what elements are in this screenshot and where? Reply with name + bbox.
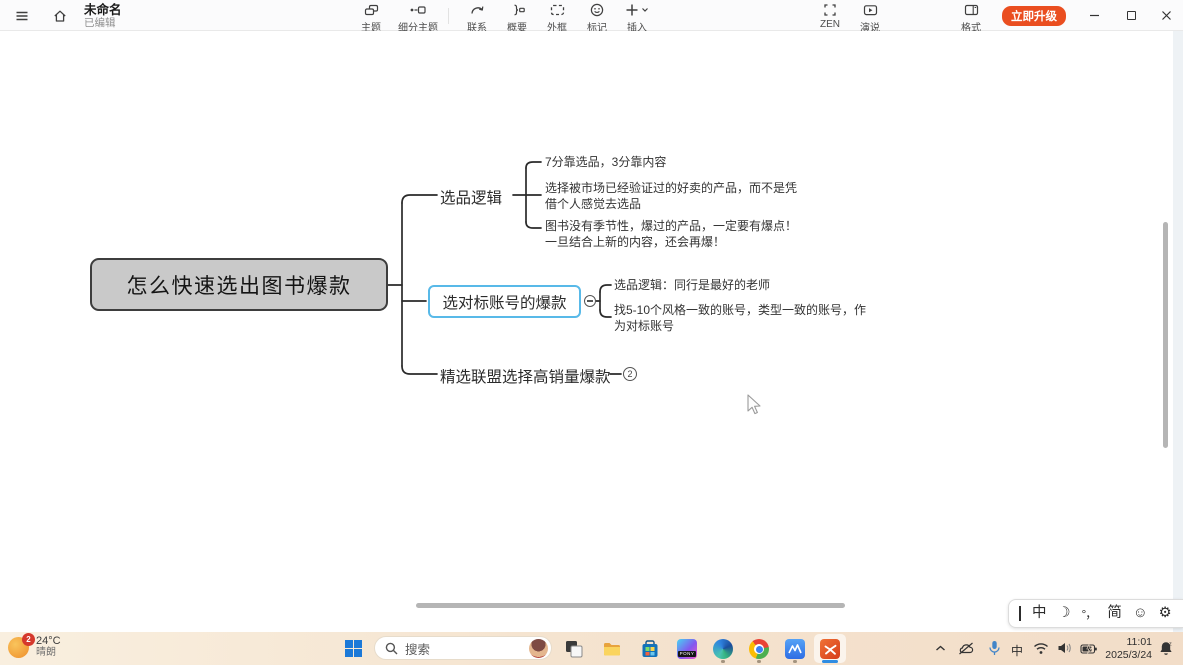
tool-insert[interactable]: 插入	[614, 2, 660, 34]
ime-toolbar: 中 ☽ °， 简 ☺ ⚙	[1008, 599, 1183, 628]
tray-microphone-icon[interactable]	[988, 640, 1001, 661]
window-close-button[interactable]	[1155, 4, 1177, 26]
running-indicator-dot	[721, 660, 725, 663]
active-app-indicator-pill	[822, 660, 838, 663]
sun-weather-icon: 2	[8, 637, 29, 658]
branch-node-selection-logic[interactable]: 选品逻辑	[440, 186, 502, 208]
branch-node-benchmark-selected[interactable]: 选对标账号的爆款	[428, 285, 581, 318]
mouse-cursor-icon	[747, 394, 765, 423]
summary-icon	[509, 2, 526, 18]
weather-widget[interactable]: 2 24°C 晴朗	[8, 635, 61, 659]
search-icon	[385, 642, 398, 655]
microsoft-store-icon[interactable]	[640, 639, 660, 659]
task-view-button[interactable]	[564, 639, 584, 659]
tool-topic[interactable]: 主题	[348, 2, 394, 34]
topic-icon	[363, 2, 380, 18]
ime-emoji-icon[interactable]: ☺	[1133, 606, 1148, 621]
weather-condition: 晴朗	[36, 647, 61, 659]
child-node[interactable]: 找5-10个风格一致的账号，类型一致的账号，作 为对标账号	[614, 303, 866, 334]
titlebar: 未命名 已编辑 主题 细分主题 联系 概要	[0, 0, 1183, 31]
taskbar-search-box[interactable]: 搜索	[374, 636, 552, 660]
ime-punctuation-toggle[interactable]: °，	[1082, 608, 1097, 620]
tray-speaker-icon[interactable]	[1057, 641, 1073, 660]
hamburger-menu-icon[interactable]	[13, 7, 31, 25]
running-indicator-dot	[757, 660, 761, 663]
toolbar-separator	[448, 8, 449, 24]
search-highlight-avatar	[529, 639, 548, 658]
file-explorer-icon[interactable]	[602, 639, 622, 659]
subtopic-icon	[409, 2, 427, 18]
connector-lines	[0, 31, 1183, 632]
tray-clock[interactable]: 11:01 2025/3/24	[1090, 636, 1152, 661]
edge-browser-icon[interactable]	[713, 639, 733, 659]
tool-presentation[interactable]: 演说	[847, 2, 893, 34]
root-topic-node[interactable]: 怎么快速选出图书爆款	[90, 258, 388, 311]
collapsed-count-badge[interactable]: 2	[623, 367, 637, 381]
ime-dark-mode-moon-icon[interactable]: ☽	[1058, 606, 1071, 621]
format-panel-icon	[963, 2, 980, 18]
vertical-scrollbar[interactable]	[1163, 222, 1168, 448]
running-indicator-dot	[793, 660, 797, 663]
tray-chevron-up-icon[interactable]	[934, 642, 947, 660]
weather-temperature: 24°C	[36, 635, 61, 647]
weather-badge: 2	[22, 633, 35, 646]
tray-onedrive-cloud-icon[interactable]	[957, 641, 975, 661]
maximize-icon	[1127, 11, 1136, 20]
tool-subtopic[interactable]: 细分主题	[390, 2, 446, 34]
child-node[interactable]: 7分靠选品，3分靠内容	[545, 155, 666, 171]
svg-text:z: z	[1169, 642, 1172, 648]
tray-wifi-icon[interactable]	[1033, 642, 1049, 660]
document-status: 已编辑	[84, 17, 122, 29]
app-window: 未命名 已编辑 主题 细分主题 联系 概要	[0, 0, 1183, 665]
pony-app-label: PONY	[678, 651, 696, 657]
tray-date: 2025/3/24	[1090, 649, 1152, 662]
insert-plus-icon	[624, 2, 650, 18]
presentation-play-icon	[862, 2, 879, 18]
mindmap-canvas[interactable]: 怎么快速选出图书爆款 选品逻辑 7分靠选品，3分靠内容 选择被市场已经验证过的好…	[0, 31, 1183, 632]
xmind-app-icon-active[interactable]	[820, 639, 840, 659]
window-maximize-button[interactable]	[1120, 4, 1142, 26]
boundary-icon	[549, 2, 566, 18]
document-info: 未命名 已编辑	[84, 3, 122, 29]
home-icon[interactable]	[51, 7, 69, 25]
ime-simplified-toggle[interactable]: 简	[1107, 606, 1122, 621]
tray-notification-bell-icon[interactable]: z	[1158, 640, 1174, 661]
window-minimize-button[interactable]	[1083, 4, 1105, 26]
ime-settings-gear-icon[interactable]: ⚙	[1159, 606, 1172, 621]
branch-node-alliance[interactable]: 精选联盟选择高销量爆款	[440, 365, 611, 387]
upgrade-button[interactable]: 立即升级	[1002, 6, 1066, 26]
child-node[interactable]: 选择被市场已经验证过的好卖的产品，而不是凭 借个人感觉去选品	[545, 181, 797, 212]
pony-app-icon[interactable]: PONY	[677, 639, 697, 659]
marker-smiley-icon	[589, 2, 605, 18]
start-button[interactable]	[345, 640, 365, 660]
ime-cursor-icon[interactable]	[1019, 606, 1021, 621]
ime-language-toggle[interactable]: 中	[1032, 606, 1047, 621]
chrome-browser-icon[interactable]	[749, 639, 769, 659]
child-node[interactable]: 选品逻辑：同行是最好的老师	[614, 278, 770, 294]
tool-label: ZEN	[820, 19, 840, 30]
blue-mindmap-app-icon[interactable]	[785, 639, 805, 659]
document-title: 未命名	[84, 3, 122, 17]
relationship-icon	[469, 2, 486, 18]
horizontal-scrollbar[interactable]	[416, 603, 845, 608]
tray-ime-indicator[interactable]: 中	[1011, 642, 1023, 659]
collapse-minus-handle[interactable]	[584, 295, 596, 307]
child-node[interactable]: 图书没有季节性，爆过的产品，一定要有爆点！ 一旦结合上新的内容，还会再爆！	[545, 219, 797, 250]
right-edge-panel-strip	[1173, 31, 1183, 632]
zen-mode-icon	[822, 2, 838, 18]
tray-time: 11:01	[1090, 636, 1152, 649]
search-placeholder-text: 搜索	[405, 639, 529, 658]
windows-taskbar: 2 24°C 晴朗 搜索 PONY	[0, 632, 1183, 665]
tool-format[interactable]: 格式	[948, 2, 994, 34]
